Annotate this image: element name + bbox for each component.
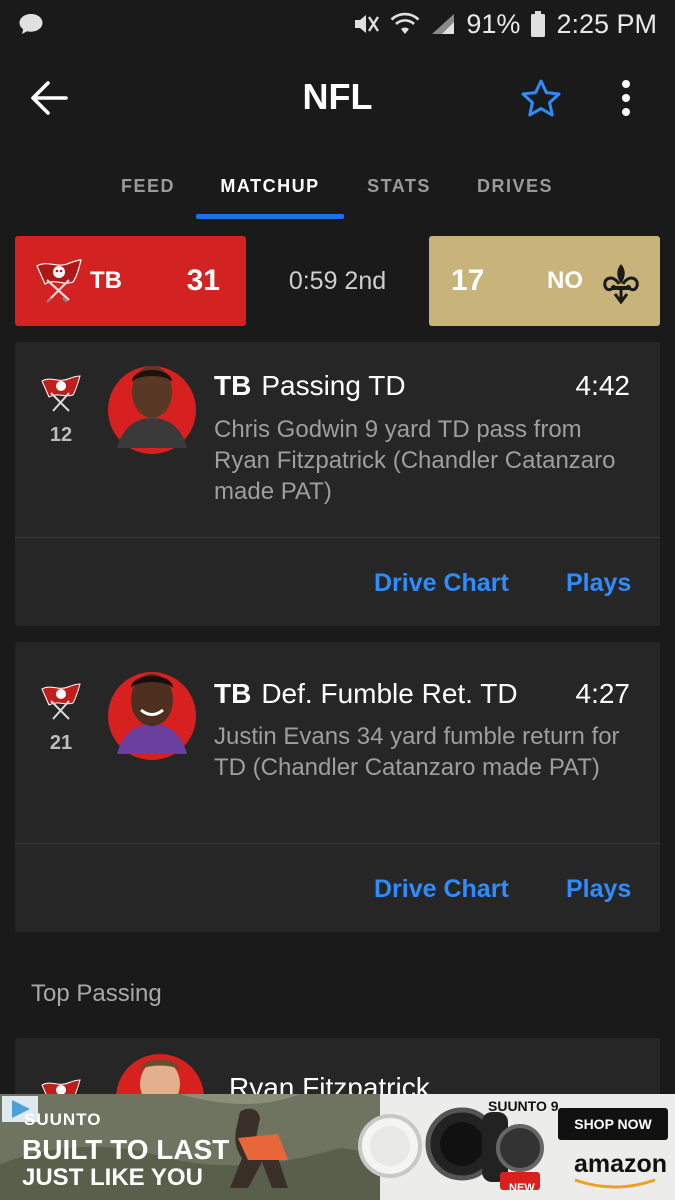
play-header: TB Def. Fumble Ret. TD [214,678,518,710]
status-time: 2:25 PM [556,8,657,39]
play-time: 4:42 [575,370,631,401]
ad-headline-2: JUST LIKE YOU [22,1164,203,1191]
play-type: Passing TD [261,370,406,401]
home-team-abbr: TB [90,267,122,294]
fleur-de-lis-icon [603,264,639,304]
buccaneers-flag-icon [41,683,81,720]
play-team: TB [214,370,252,401]
ad-shop-now-button[interactable]: SHOP NOW [558,1116,668,1132]
play-description: Chris Godwin 9 yard TD pass from Ryan Fi… [214,416,616,505]
buccaneers-flag-icon [36,259,82,303]
battery-icon [531,11,546,37]
tab-stats[interactable]: STATS [358,176,440,197]
scoring-play-card: 12 TB Passing TD 4:42 Chris Godwin 9 yard… [15,342,660,626]
ad-banner[interactable]: SUUNTO BUILT TO LAST JUST LIKE YOU SUUNT… [0,1094,675,1200]
away-team-score[interactable]: 17 NO [429,236,660,326]
play-description: Justin Evans 34 yard fumble return for T… [214,723,620,781]
more-vertical-icon[interactable] [612,78,640,118]
card-divider [15,537,660,538]
tab-matchup[interactable]: MATCHUP [206,176,334,197]
plays-link[interactable]: Plays [566,875,631,904]
chat-bubble-icon [19,14,43,34]
app-bar: NFL [0,48,675,148]
drive-chart-link[interactable]: Drive Chart [374,875,509,904]
play-time: 4:27 [575,678,631,709]
ad-product-name: SUUNTO 9 [488,1098,559,1114]
drive-number: 12 [49,424,73,446]
wifi-icon [390,12,420,34]
player-avatar [108,366,196,454]
battery-percent: 91% [466,8,521,39]
signal-icon [432,14,455,34]
player-avatar [108,672,196,760]
home-team-points: 31 [186,264,220,297]
page-title: NFL [302,76,373,117]
section-title-top-passing: Top Passing [31,980,162,1007]
drive-chart-link[interactable]: Drive Chart [374,569,509,598]
tab-bar: FEED MATCHUP STATS DRIVES [0,160,675,220]
play-team: TB [214,678,252,709]
play-type: Def. Fumble Ret. TD [261,678,518,709]
buccaneers-flag-icon [41,375,81,412]
away-team-points: 17 [451,264,485,297]
drive-number: 21 [49,732,73,754]
ad-headline-1: BUILT TO LAST [22,1134,230,1165]
amazon-logo: amazon [574,1150,668,1178]
plays-link[interactable]: Plays [566,569,631,598]
status-bar: 91% 2:25 PM [0,0,675,48]
home-team-score[interactable]: TB 31 [15,236,246,326]
ad-new-badge: NEW [509,1182,535,1194]
star-outline-icon[interactable] [520,78,562,120]
active-tab-indicator [196,214,344,219]
play-header: TB Passing TD [214,370,406,402]
ad-brand: SUUNTO [24,1110,102,1129]
mute-icon [355,15,380,33]
game-clock: 0:59 2nd [288,266,387,295]
tab-drives[interactable]: DRIVES [468,176,562,197]
scoring-play-card: 21 TB Def. Fumble Ret. TD 4:27 Justin Eva… [15,642,660,932]
away-team-abbr: NO [547,267,583,294]
card-divider [15,843,660,844]
tab-feed[interactable]: FEED [112,176,184,197]
